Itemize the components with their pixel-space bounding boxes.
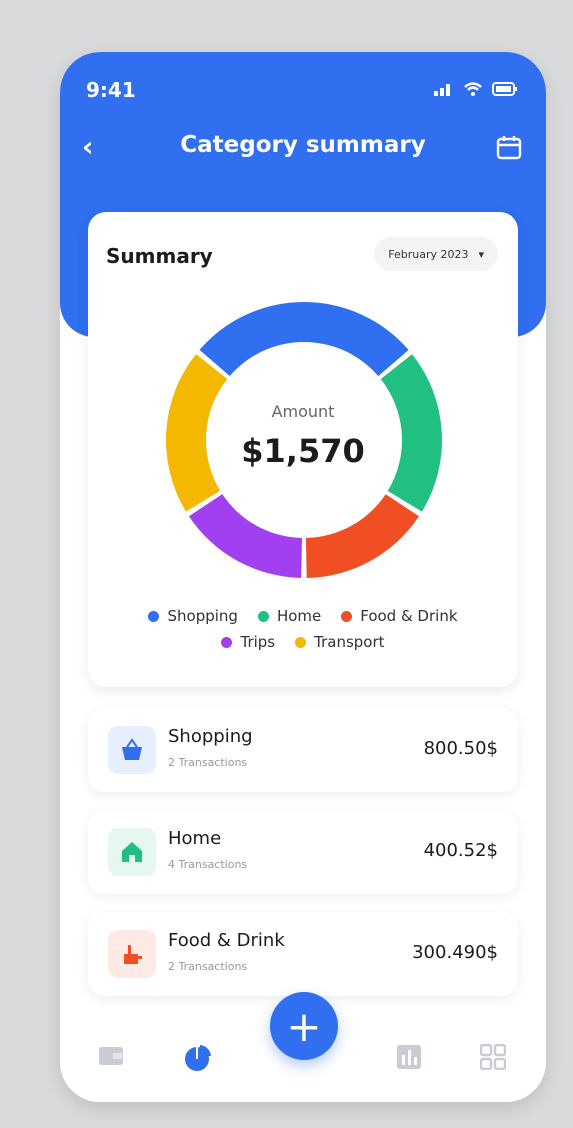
donut-slice-trips	[188, 494, 302, 578]
basket-icon	[108, 726, 156, 774]
category-card-food-drink[interactable]: Food & Drink 2 Transactions 300.490$	[88, 912, 518, 996]
category-amount: 300.490$	[412, 942, 498, 963]
category-amount: 400.52$	[423, 840, 498, 861]
legend-item: Food & Drink	[341, 607, 458, 625]
calendar-button[interactable]	[496, 134, 522, 164]
legend-item: Trips	[221, 633, 275, 651]
legend-label: Food & Drink	[360, 607, 458, 625]
legend-label: Trips	[240, 633, 276, 651]
category-transactions: 2 Transactions	[168, 960, 248, 973]
food-icon	[108, 930, 156, 978]
battery-icon	[492, 82, 517, 96]
bar-chart-icon[interactable]	[396, 1044, 422, 1070]
chevron-down-icon: ▾	[478, 247, 484, 261]
summary-card: Summary February 2023 ▾ Amount $1,570 Sh…	[88, 212, 518, 687]
legend-dot	[295, 636, 307, 648]
category-amount: 800.50$	[423, 738, 498, 759]
legend-dot	[257, 610, 269, 622]
signal-icon	[434, 84, 450, 96]
amount-value: $1,570	[241, 432, 365, 470]
legend-item: Transport	[295, 633, 385, 651]
phone-frame: 9:41 ‹ Category summary Summary February…	[60, 52, 546, 1102]
legend-dot	[148, 610, 160, 622]
pie-chart-icon[interactable]	[184, 1044, 212, 1072]
legend-label: Shopping	[167, 607, 238, 625]
category-transactions: 2 Transactions	[168, 756, 248, 769]
category-card-home[interactable]: Home 4 Transactions 400.52$	[88, 810, 518, 894]
donut-slice-food-drink	[305, 494, 419, 578]
category-name: Food & Drink	[168, 930, 285, 951]
summary-title: Summary	[106, 244, 213, 268]
category-card-shopping[interactable]: Shopping 2 Transactions 800.50$	[88, 708, 518, 792]
legend-dot	[341, 610, 353, 622]
status-icons	[434, 82, 518, 96]
legend-item: Home	[257, 607, 322, 625]
calendar-icon	[496, 136, 522, 160]
wallet-icon[interactable]	[98, 1044, 124, 1066]
grid-icon[interactable]	[480, 1044, 506, 1070]
month-selector[interactable]: February 2023 ▾	[374, 237, 498, 271]
amount-label: Amount	[271, 402, 335, 421]
donut-slice-shopping	[199, 302, 409, 377]
legend-label: Transport	[314, 633, 385, 651]
category-transactions: 4 Transactions	[168, 858, 248, 871]
category-name: Home	[168, 828, 222, 849]
add-button[interactable]: +	[270, 992, 338, 1060]
legend-label: Home	[276, 607, 322, 625]
chart-legend: Shopping Home Food & Drink Trips Transpo…	[88, 607, 518, 651]
status-time: 9:41	[86, 78, 136, 102]
legend-dot	[221, 636, 233, 648]
legend-item: Shopping	[148, 607, 238, 625]
wifi-icon	[464, 82, 482, 96]
home-icon	[108, 828, 156, 876]
category-name: Shopping	[168, 726, 253, 747]
page-title: Category summary	[180, 132, 426, 158]
month-label: February 2023	[388, 247, 469, 261]
